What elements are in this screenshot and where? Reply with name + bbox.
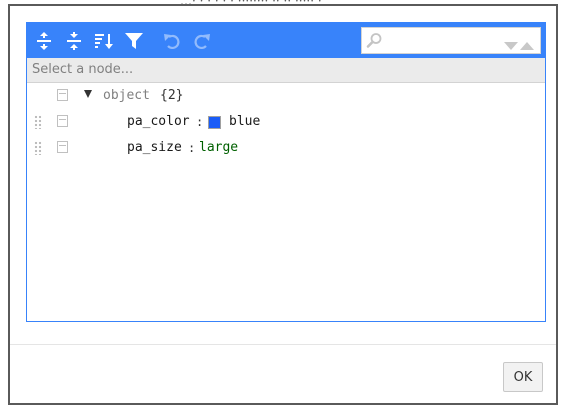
dialog: Select a node... object {2} pa_color : b… (8, 4, 558, 405)
navigation-bar[interactable]: Select a node... (27, 58, 545, 83)
context-menu-icon[interactable] (57, 141, 68, 153)
expand-all-button[interactable] (31, 28, 57, 54)
redo-icon (194, 34, 210, 49)
search-icon (366, 33, 382, 48)
json-tree: object {2} pa_color : blue pa_size : lar… (27, 83, 545, 321)
sort-button[interactable] (91, 28, 117, 54)
filter-button[interactable] (121, 28, 147, 54)
search-previous-button[interactable] (520, 36, 534, 50)
collapse-all-icon (67, 32, 81, 50)
footer-divider (10, 344, 556, 345)
undo-button[interactable] (159, 28, 185, 54)
context-menu-icon[interactable] (57, 89, 68, 101)
drag-handle-icon[interactable] (34, 141, 42, 155)
collapse-triangle-icon[interactable] (84, 90, 92, 98)
drag-handle-icon[interactable] (34, 115, 42, 129)
field-separator: : (188, 141, 196, 155)
expand-all-icon (37, 32, 51, 50)
search-box (361, 27, 541, 54)
root-count: {2} (160, 88, 184, 103)
ok-button[interactable]: OK (503, 362, 543, 392)
collapse-all-button[interactable] (61, 28, 87, 54)
redo-button[interactable] (189, 28, 215, 54)
tree-row: pa_size : large (27, 135, 545, 161)
navigation-placeholder: Select a node... (32, 62, 134, 77)
field-separator: : (196, 115, 204, 129)
tree-row: pa_color : blue (27, 109, 545, 135)
context-menu-icon[interactable] (57, 115, 68, 127)
tree-row-root: object {2} (27, 83, 545, 109)
chevron-up-icon (520, 42, 534, 50)
search-next-button[interactable] (504, 36, 518, 50)
chevron-down-icon (504, 42, 518, 50)
color-swatch[interactable] (208, 116, 221, 129)
field-value[interactable]: large (199, 135, 238, 161)
filter-icon (125, 33, 143, 49)
sort-icon (95, 34, 113, 49)
root-field-label: object (103, 88, 150, 103)
field-key[interactable]: pa_size (127, 135, 182, 161)
toolbar (27, 23, 545, 58)
field-value[interactable]: blue (229, 109, 260, 135)
field-key[interactable]: pa_color (127, 109, 190, 135)
json-editor: Select a node... object {2} pa_color : b… (26, 22, 546, 322)
search-input[interactable] (386, 31, 496, 49)
undo-icon (164, 34, 180, 49)
